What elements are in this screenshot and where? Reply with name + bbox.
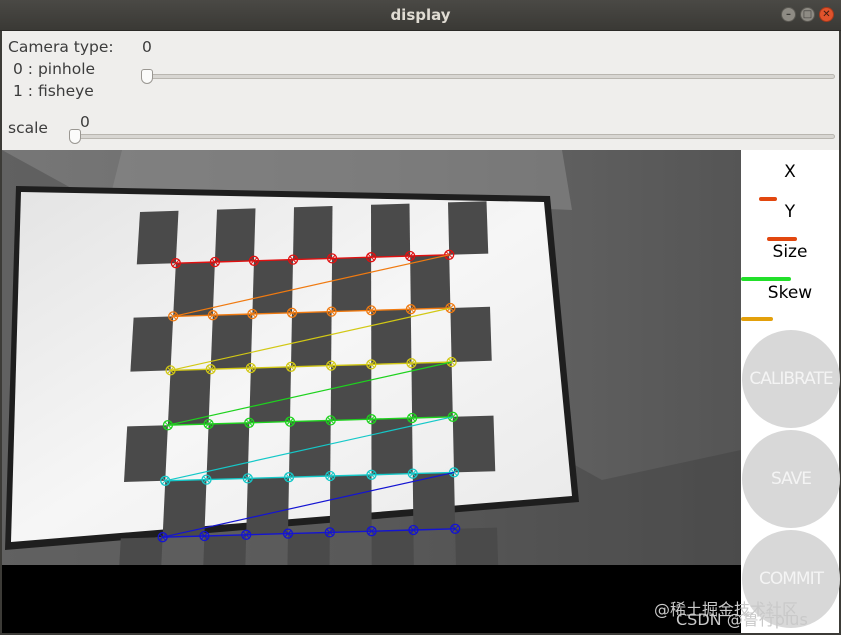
option-pinhole-label: 0 : pinhole [13, 60, 96, 78]
watermark: @稀土掘金技术社区 CSDN @鲁行plus [648, 594, 838, 634]
scale-label: scale [8, 119, 48, 137]
close-button[interactable]: ✕ [819, 7, 834, 22]
checker-square [329, 474, 372, 533]
camera-type-label: Camera type: [8, 38, 114, 56]
close-icon: ✕ [822, 9, 831, 20]
checker-square [452, 415, 496, 473]
camera-image [2, 150, 741, 633]
option-fisheye-label: 1 : fisheye [13, 82, 94, 100]
camera-type-value: 0 [142, 38, 152, 56]
checker-square [206, 422, 250, 480]
feed-bottom-band [2, 565, 741, 633]
metric-x-bar [759, 197, 777, 201]
checker-square [410, 254, 451, 310]
scale-value: 0 [80, 113, 90, 131]
checker-square [330, 364, 372, 421]
checker-square [246, 477, 289, 535]
camera-type-slider[interactable] [143, 74, 835, 79]
metric-x-label: X [784, 162, 796, 182]
scale-slider-handle[interactable] [69, 129, 81, 144]
camera-feed [2, 150, 741, 633]
save-button[interactable]: SAVE [742, 430, 840, 528]
checker-square [130, 316, 174, 372]
checker-square [136, 210, 179, 265]
checker-square [450, 306, 492, 362]
metric-y-label: Y [784, 202, 796, 222]
checker-square [214, 208, 256, 262]
side-panel: X Y Size Skew CALIBRATE SAVE COMMIT [741, 150, 840, 633]
checker-square [411, 362, 453, 418]
checker-square [331, 257, 372, 312]
metric-y-bar [767, 237, 797, 241]
checker-square [210, 314, 253, 370]
scale-slider[interactable] [72, 134, 835, 139]
title-bar: display – □ ✕ [0, 0, 841, 31]
checker-square [448, 201, 489, 255]
metric-skew-label: Skew [767, 283, 813, 303]
minimize-icon: – [786, 9, 791, 20]
metric-size-bar [741, 277, 791, 281]
checker-square [293, 206, 333, 260]
watermark-line-2: CSDN @鲁行plus [676, 610, 808, 629]
metric-skew-bar [741, 317, 773, 321]
checker-square [412, 472, 456, 530]
checker-square [124, 425, 168, 482]
window-title: display [390, 6, 451, 24]
metric-size-label: Size [772, 242, 808, 262]
maximize-icon: □ [802, 9, 813, 20]
checker-square [371, 203, 411, 258]
camera-type-slider-handle[interactable] [141, 69, 153, 84]
controls-panel: Camera type: 0 0 : pinhole 1 : fisheye s… [0, 31, 841, 150]
calibrate-button[interactable]: CALIBRATE [742, 330, 840, 428]
maximize-button[interactable]: □ [800, 7, 815, 22]
checker-square [249, 366, 291, 423]
minimize-button[interactable]: – [781, 7, 796, 22]
checker-square [252, 259, 293, 314]
